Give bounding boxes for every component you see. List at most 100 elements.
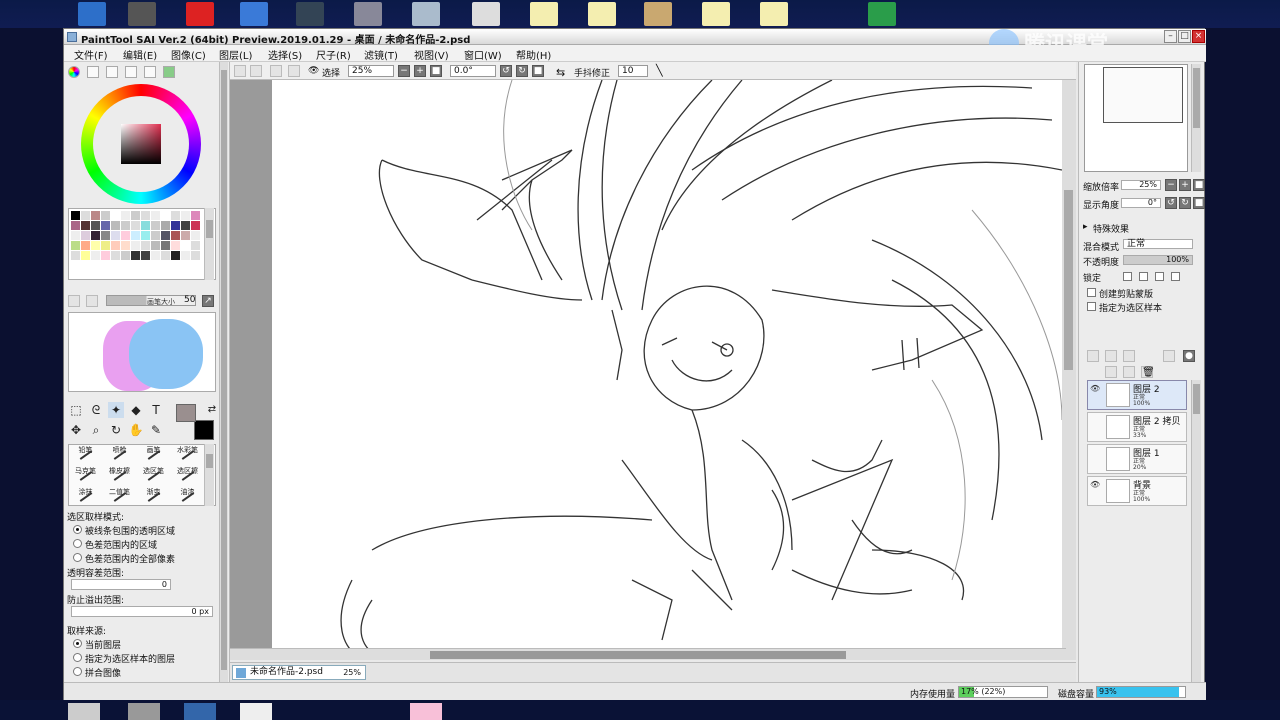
rotate-left-button[interactable]: ↺ <box>500 65 512 77</box>
swatch-tab-icon[interactable] <box>144 66 156 78</box>
left-panel-scrollbar[interactable] <box>219 62 228 702</box>
desktop-shortcut-icon[interactable] <box>868 2 896 26</box>
sample-option-label[interactable]: 色差范围内的区域 <box>85 538 157 551</box>
desktop-shortcut-icon[interactable] <box>240 2 268 26</box>
hand-tool-icon[interactable]: ✋ <box>128 422 144 438</box>
sample-option-radio[interactable] <box>73 539 82 548</box>
taskbar-app-icon[interactable] <box>240 703 272 720</box>
nav-zoom-slider[interactable]: 25% <box>1121 180 1161 190</box>
clear-layer-icon[interactable] <box>1123 366 1135 378</box>
eye-icon[interactable]: 👁 <box>1090 480 1100 490</box>
scratchpad-tab-icon[interactable] <box>163 66 175 78</box>
straight-line-icon[interactable]: ╲ <box>656 64 663 77</box>
brush-tool-cell[interactable]: 铅笔 <box>69 445 102 465</box>
nav-zoom-in-button[interactable]: + <box>1179 179 1191 191</box>
zoom-reset-button[interactable]: ■ <box>430 65 442 77</box>
new-vector-layer-icon[interactable] <box>1105 350 1117 362</box>
magic-wand-tool-icon[interactable]: ✦ <box>108 402 124 418</box>
clip-mask-checkbox[interactable] <box>1087 288 1096 297</box>
desktop-shortcut-icon[interactable] <box>644 2 672 26</box>
lasso-tool-icon[interactable]: ᘓ <box>88 402 104 418</box>
new-layer-icon[interactable] <box>1087 350 1099 362</box>
menu-window[interactable]: 窗口(W) <box>464 47 502 62</box>
brush-tool-cell[interactable]: 喷枪 <box>103 445 136 465</box>
selection-sample-label[interactable]: 指定为选区样本 <box>1099 301 1162 314</box>
canvas-horizontal-scrollbar[interactable] <box>230 648 1066 660</box>
selection-visibility-icon[interactable]: 👁 <box>308 66 319 76</box>
text-tool-icon[interactable]: T <box>148 402 164 418</box>
zoom-select[interactable]: 25% <box>348 65 394 77</box>
taskbar-app-icon[interactable] <box>68 703 100 720</box>
menu-file[interactable]: 文件(F) <box>74 47 108 62</box>
menu-select[interactable]: 选择(S) <box>268 47 302 62</box>
merge-down-icon[interactable] <box>1105 366 1117 378</box>
toolbar-button-icon[interactable] <box>288 65 300 77</box>
brush-tool-cell[interactable]: 油漆 <box>171 487 204 505</box>
layer-row[interactable]: 图层 2 拷贝 正常 33% <box>1087 412 1187 442</box>
nav-zoom-reset-button[interactable]: ■ <box>1193 179 1205 191</box>
source-option-label[interactable]: 指定为选区样本的图层 <box>85 652 175 665</box>
taskbar-app-icon[interactable] <box>184 703 216 720</box>
desktop-shortcut-icon[interactable] <box>702 2 730 26</box>
eyedropper-tool-icon[interactable]: ✎ <box>148 422 164 438</box>
source-option-label[interactable]: 当前图层 <box>85 638 121 651</box>
rgb-slider-tab-icon[interactable] <box>87 66 99 78</box>
taskbar-app-icon[interactable] <box>410 703 442 720</box>
source-option-radio[interactable] <box>73 639 82 648</box>
lock-transparency-icon[interactable] <box>1123 272 1132 281</box>
overflow-input[interactable]: 0 px <box>71 606 213 617</box>
brush-tool-cell[interactable]: 渐变 <box>137 487 170 505</box>
brush-size-arrow-icon[interactable]: ↗ <box>202 295 214 307</box>
desktop-shortcut-icon[interactable] <box>296 2 324 26</box>
layer-mask-icon[interactable] <box>1163 350 1175 362</box>
swatch-scrollbar[interactable] <box>204 208 214 280</box>
angle-select[interactable]: 0.0° <box>450 65 496 77</box>
brush-tool-cell[interactable]: 二值笔 <box>103 487 136 505</box>
brush-tool-cell[interactable]: 选区擦 <box>171 466 204 486</box>
menu-image[interactable]: 图像(C) <box>171 47 206 62</box>
brush-tool-cell[interactable]: 马克笔 <box>69 466 102 486</box>
select-pen-tool-icon[interactable]: ◆ <box>128 402 144 418</box>
desktop-shortcut-icon[interactable] <box>472 2 500 26</box>
brush-tool-cell[interactable]: 画笔 <box>137 445 170 465</box>
brush-tool-cell[interactable]: 涂抹 <box>69 487 102 505</box>
stabilizer-select[interactable]: 10 <box>618 65 648 77</box>
sample-option-label[interactable]: 色差范围内的全部像素 <box>85 552 175 565</box>
mix-slider-tab-icon[interactable] <box>125 66 137 78</box>
rotate-right-button[interactable]: ↻ <box>516 65 528 77</box>
layer-row[interactable]: 👁 背景 正常 100% <box>1087 476 1187 506</box>
selection-sample-checkbox[interactable] <box>1087 302 1096 311</box>
toolbar-button-icon[interactable] <box>234 65 246 77</box>
brush-grid-scrollbar[interactable] <box>204 444 214 506</box>
desktop-shortcut-icon[interactable] <box>186 2 214 26</box>
menu-layer[interactable]: 图层(L) <box>219 47 252 62</box>
flip-horizontal-icon[interactable]: ⇆ <box>556 66 565 79</box>
zoom-out-button[interactable]: − <box>398 65 410 77</box>
source-option-radio[interactable] <box>73 667 82 676</box>
hsv-slider-tab-icon[interactable] <box>106 66 118 78</box>
menu-edit[interactable]: 编辑(E) <box>123 47 157 62</box>
toolbar-button-icon[interactable] <box>250 65 262 77</box>
sample-option-label[interactable]: 被线条包围的透明区域 <box>85 524 175 537</box>
source-option-label[interactable]: 拼合图像 <box>85 666 121 679</box>
navigator-preview[interactable] <box>1084 64 1188 172</box>
delete-layer-icon[interactable]: 🗑 <box>1141 366 1155 378</box>
swap-colors-icon[interactable]: ⇄ <box>204 402 220 418</box>
lock-paint-icon[interactable] <box>1139 272 1148 281</box>
zoom-in-button[interactable]: + <box>414 65 426 77</box>
eye-icon[interactable]: 👁 <box>1090 384 1100 394</box>
nav-angle-slider[interactable]: 0° <box>1121 198 1161 208</box>
title-bar[interactable]: PaintTool SAI Ver.2 (64bit) Preview.2019… <box>64 29 1206 57</box>
minimize-button[interactable]: – <box>1164 30 1177 43</box>
menu-help[interactable]: 帮助(H) <box>516 47 551 62</box>
zoom-tool-icon[interactable]: ⌕ <box>88 422 104 438</box>
menu-view[interactable]: 视图(V) <box>414 47 449 62</box>
rotate-reset-button[interactable]: ■ <box>532 65 544 77</box>
color-wheel-tab-icon[interactable] <box>68 66 80 78</box>
desktop-shortcut-icon[interactable] <box>354 2 382 26</box>
layer-settings-icon[interactable]: ● <box>1183 350 1195 362</box>
close-button[interactable]: × <box>1192 30 1205 43</box>
eye-hidden-icon[interactable] <box>1090 448 1100 458</box>
brush-size-slider[interactable]: 画笔大小 <box>106 295 196 306</box>
drawing-canvas[interactable] <box>272 80 1062 658</box>
